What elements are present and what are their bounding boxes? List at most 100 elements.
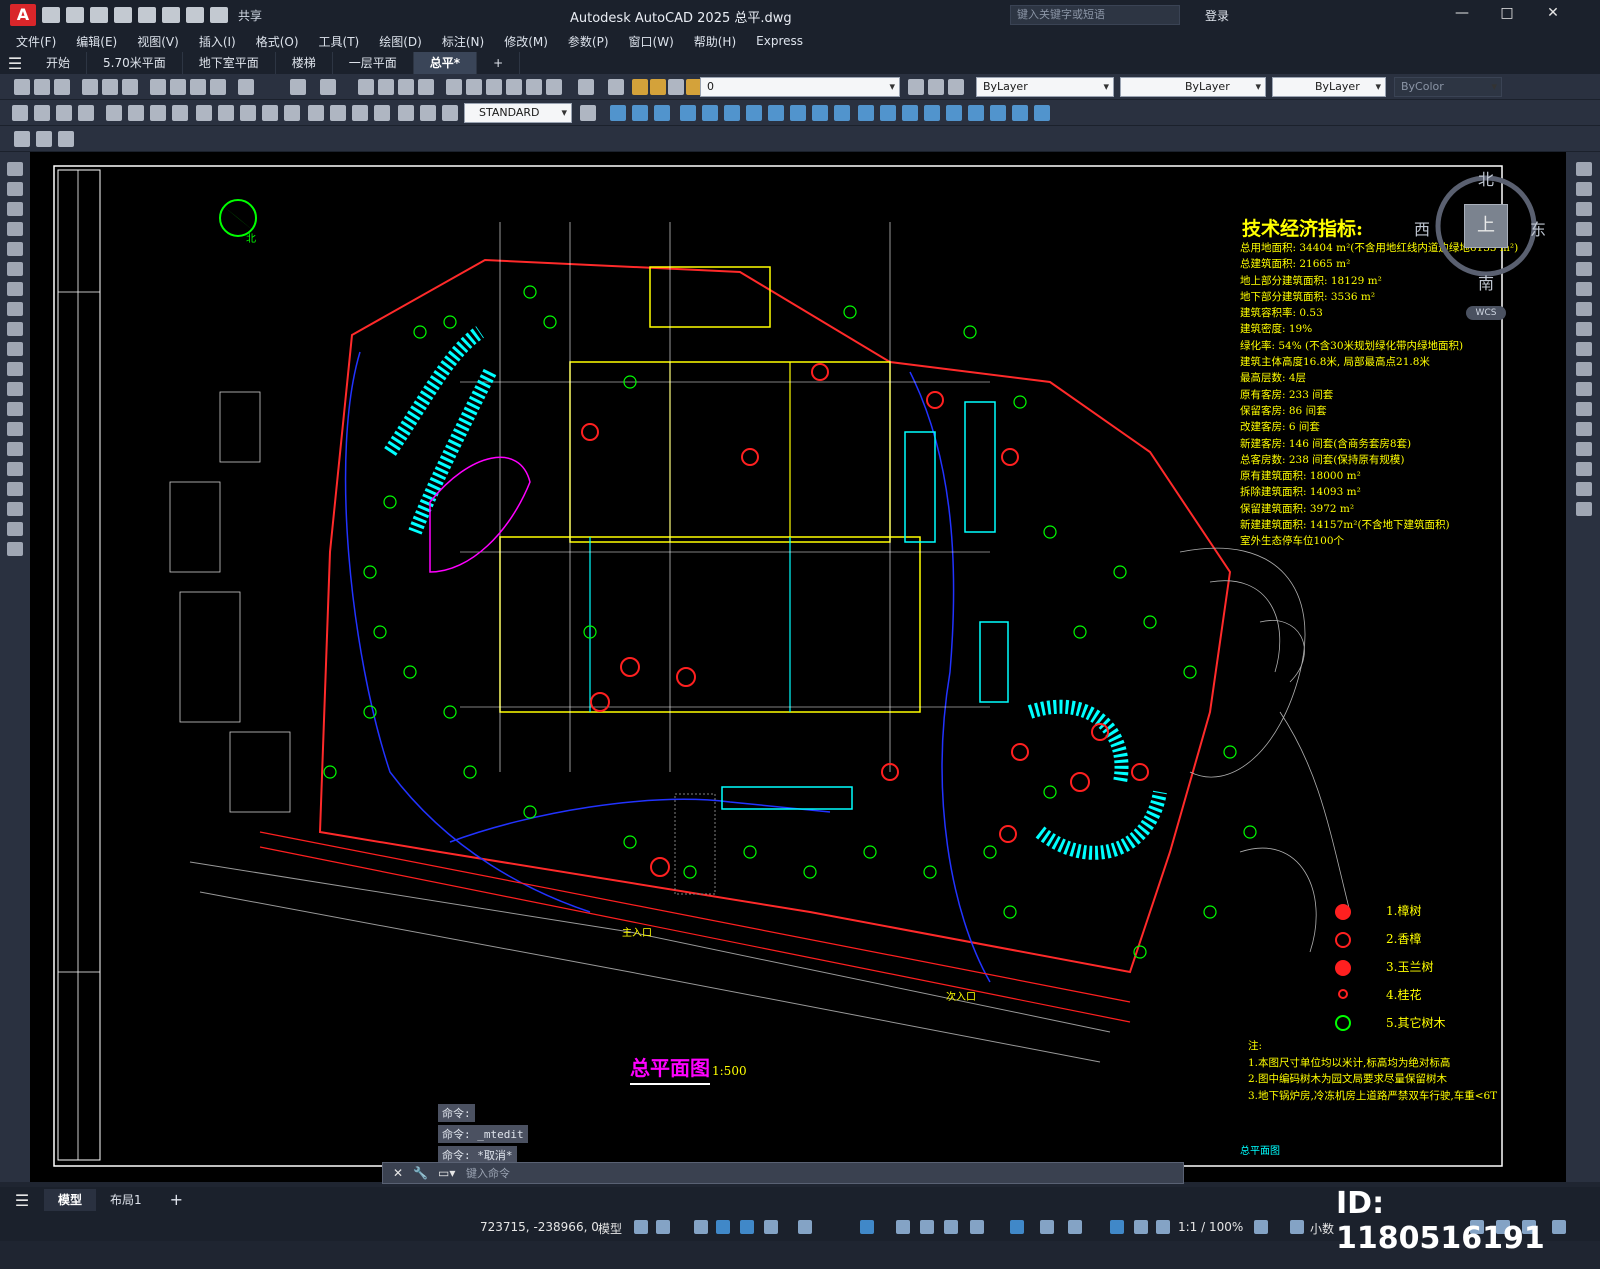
overkill-icon[interactable] — [1034, 105, 1050, 121]
viewcube-south[interactable]: 南 — [1478, 270, 1494, 294]
transparency-icon[interactable] — [920, 1220, 934, 1234]
open-web-icon[interactable] — [138, 7, 156, 23]
copy-object-icon[interactable] — [632, 105, 648, 121]
tab-start[interactable]: 开始 — [30, 52, 88, 74]
selection-cycling-icon[interactable] — [944, 1220, 958, 1234]
layer-state-icon[interactable] — [948, 79, 964, 95]
plot-icon[interactable] — [82, 79, 98, 95]
help-icon[interactable] — [578, 79, 594, 95]
match-properties-icon[interactable] — [210, 79, 226, 95]
customize-command-icon[interactable]: 🔧 — [413, 1166, 428, 1180]
tab-basement-plan[interactable]: 地下室平面 — [183, 52, 276, 74]
search-input[interactable]: 键入关键字或短语 — [1010, 5, 1180, 25]
command-input[interactable]: 键入命令 — [466, 1165, 510, 1181]
tab-site-plan[interactable]: 总平* — [413, 52, 478, 74]
minimize-button[interactable]: — — [1455, 6, 1469, 20]
dynamic-input-icon[interactable] — [716, 1220, 730, 1234]
paste-icon[interactable] — [190, 79, 206, 95]
tab-stairs[interactable]: 楼梯 — [276, 52, 333, 74]
copy-tool-icon[interactable] — [1576, 182, 1592, 196]
align-icon[interactable] — [1012, 105, 1028, 121]
undo-icon[interactable] — [186, 7, 204, 23]
menu-file[interactable]: 文件(F) — [16, 33, 56, 50]
radius-dimension-icon[interactable] — [106, 105, 122, 121]
stretch-tool-icon[interactable] — [1576, 322, 1592, 336]
redo-icon[interactable] — [320, 79, 336, 95]
circle-icon[interactable] — [7, 282, 23, 296]
tab-layout1[interactable]: 布局1 — [96, 1189, 156, 1211]
add-layout-button[interactable]: + — [156, 1189, 197, 1211]
menu-view[interactable]: 视图(V) — [137, 33, 179, 50]
move-icon[interactable] — [610, 105, 626, 121]
design-center-icon[interactable] — [466, 79, 482, 95]
continue-dimension-icon[interactable] — [240, 105, 256, 121]
login-button[interactable]: 登录 — [1205, 7, 1229, 24]
rectangle-icon[interactable] — [7, 242, 23, 256]
revision-cloud-icon[interactable] — [7, 302, 23, 316]
fillet-icon[interactable] — [902, 105, 918, 121]
viewcube-west[interactable]: 西 — [1414, 216, 1430, 240]
selection-filter-icon[interactable] — [1040, 1220, 1054, 1234]
line-icon[interactable] — [7, 162, 23, 176]
menu-format[interactable]: 格式(O) — [256, 33, 299, 50]
block-editor-icon[interactable] — [238, 79, 254, 95]
layer-dropdown[interactable]: 0 — [700, 77, 900, 97]
dimension-break-icon[interactable] — [284, 105, 300, 121]
auto-scale-icon[interactable] — [1134, 1220, 1148, 1234]
point-icon[interactable] — [7, 422, 23, 436]
open-icon[interactable] — [34, 79, 50, 95]
annotation-monitor-icon[interactable] — [1290, 1220, 1304, 1234]
dimension-edit-icon[interactable] — [398, 105, 414, 121]
make-block-icon[interactable] — [7, 402, 23, 416]
spline-icon[interactable] — [7, 322, 23, 336]
extend-icon[interactable] — [812, 105, 828, 121]
polygon-icon[interactable] — [7, 222, 23, 236]
arc-length-icon[interactable] — [56, 105, 72, 121]
break-icon[interactable] — [834, 105, 850, 121]
offset-icon[interactable] — [680, 105, 696, 121]
extend-tool-icon[interactable] — [1576, 362, 1592, 376]
sheet-set-icon[interactable] — [506, 79, 522, 95]
markup-icon[interactable] — [526, 79, 542, 95]
linear-dimension-icon[interactable] — [12, 105, 28, 121]
inspect-icon[interactable] — [352, 105, 368, 121]
wcs-menu[interactable]: WCS — [1466, 306, 1506, 320]
menu-express[interactable]: Express — [756, 34, 803, 48]
new-file-icon[interactable] — [42, 7, 60, 23]
autocad-logo-icon[interactable]: A — [10, 4, 36, 26]
zoom-realtime-icon[interactable] — [378, 79, 394, 95]
layer-on-icon[interactable] — [632, 79, 648, 95]
zoom-previous-icon[interactable] — [418, 79, 434, 95]
construction-line-icon[interactable] — [7, 182, 23, 196]
dimension-text-edit-icon[interactable] — [420, 105, 436, 121]
lineweight-dropdown[interactable]: ByLayer — [1272, 77, 1386, 97]
join-tool-icon[interactable] — [1576, 422, 1592, 436]
tab-5-70m-plan[interactable]: 5.70米平面 — [87, 52, 183, 74]
dimension-style-icon[interactable] — [580, 105, 596, 121]
color-dropdown[interactable]: ByLayer — [976, 77, 1114, 97]
3d-osnap-icon[interactable] — [970, 1220, 984, 1234]
make-current-layer-icon[interactable] — [908, 79, 924, 95]
mtext-icon[interactable] — [7, 522, 23, 536]
region-icon[interactable] — [7, 482, 23, 496]
menu-modify[interactable]: 修改(M) — [504, 33, 548, 50]
aligned-dimension-icon[interactable] — [34, 105, 50, 121]
lineweight-icon[interactable] — [896, 1220, 910, 1234]
viewcube-north[interactable]: 北 — [1478, 166, 1494, 190]
layer-properties-icon[interactable] — [608, 79, 624, 95]
viewcube[interactable]: 北 南 西 东 上 WCS — [1414, 164, 1552, 320]
baseline-dimension-icon[interactable] — [218, 105, 234, 121]
insert-block-icon[interactable] — [7, 382, 23, 396]
ortho-icon[interactable] — [740, 1220, 754, 1234]
trim-icon[interactable] — [790, 105, 806, 121]
ellipse-arc-icon[interactable] — [7, 362, 23, 376]
tab-first-floor-plan[interactable]: 一层平面 — [333, 52, 414, 74]
break-tool-icon[interactable] — [1576, 402, 1592, 416]
rotate-icon[interactable] — [724, 105, 740, 121]
viewcube-top-face[interactable]: 上 — [1464, 204, 1508, 248]
grid-icon[interactable] — [634, 1220, 648, 1234]
scale-tool-icon[interactable] — [1576, 302, 1592, 316]
menu-insert[interactable]: 插入(I) — [199, 33, 236, 50]
linetype-dropdown[interactable]: ByLayer — [1120, 77, 1266, 97]
blend-tool-icon[interactable] — [1576, 482, 1592, 496]
